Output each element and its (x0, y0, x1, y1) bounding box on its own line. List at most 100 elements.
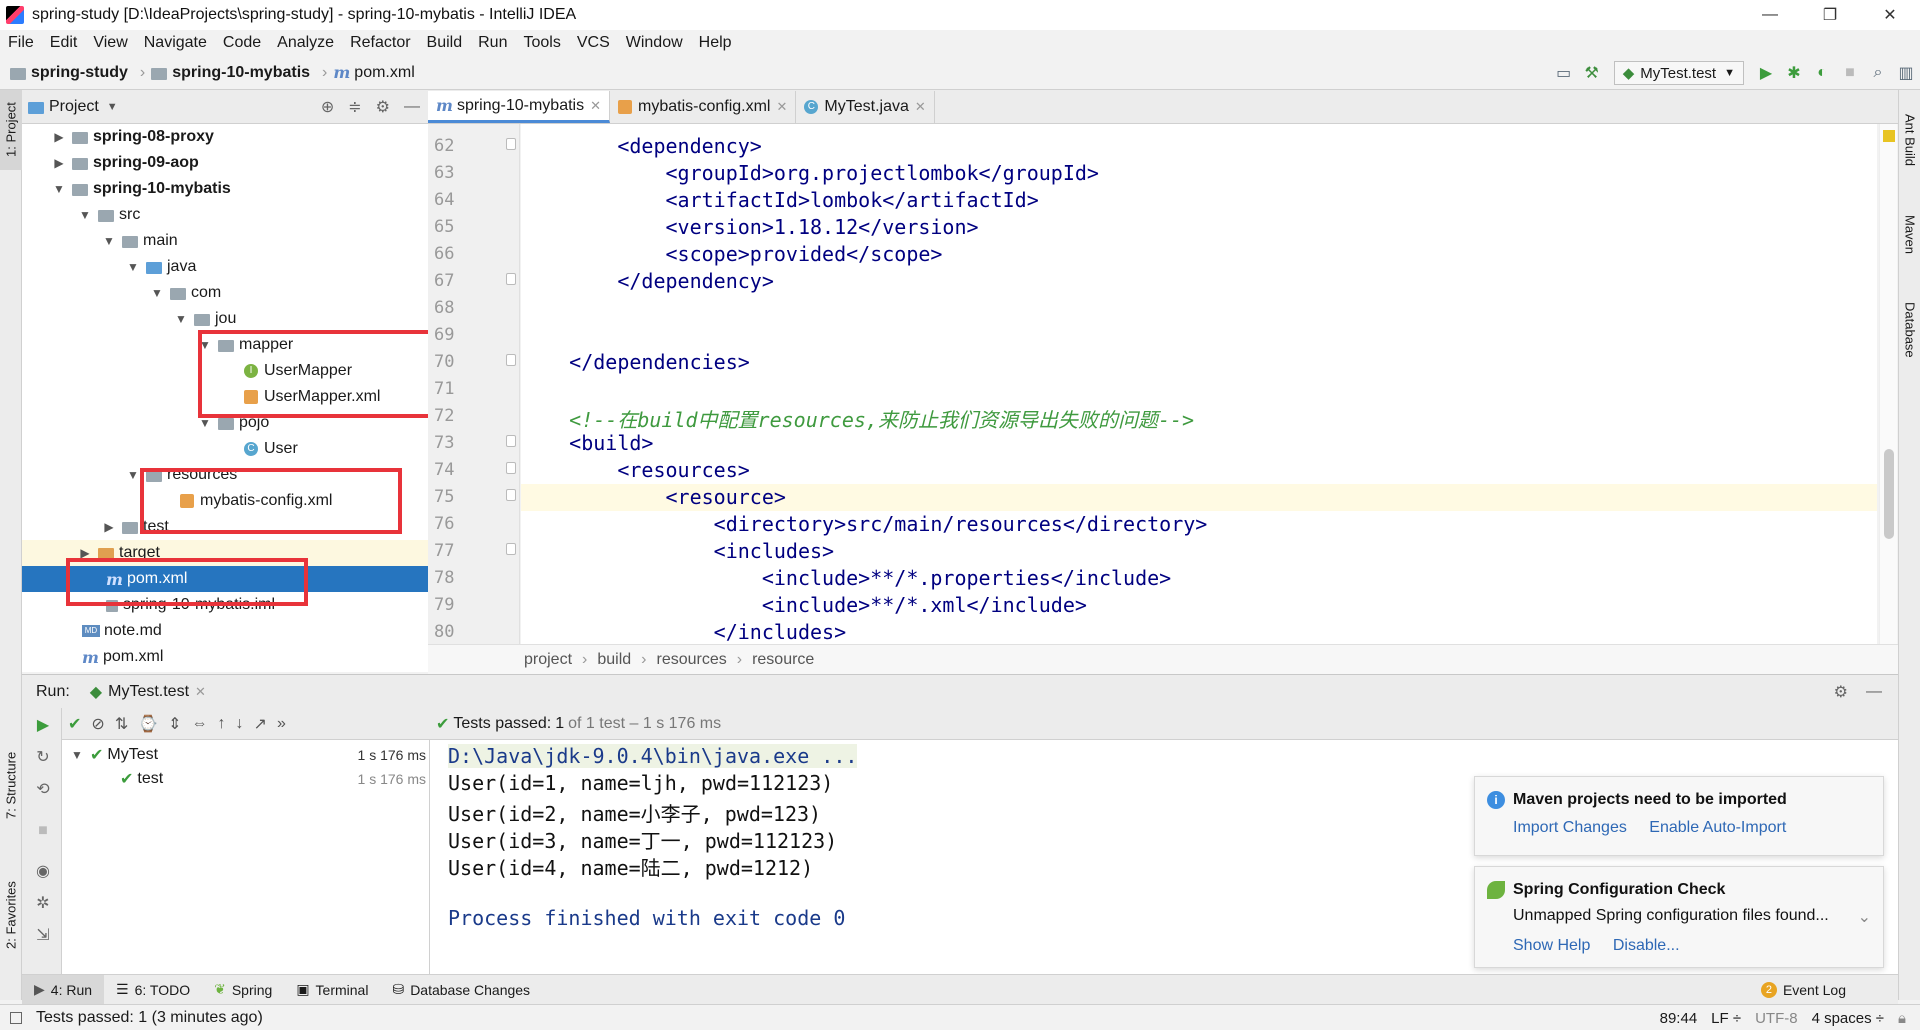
rerun-icon[interactable]: ▶ (32, 714, 54, 736)
tree-item-note-md[interactable]: MD note.md (22, 618, 428, 644)
close-icon[interactable]: ✕ (776, 99, 787, 115)
camera-icon[interactable]: ◉ (32, 860, 54, 882)
enable-auto-import-link[interactable]: Enable Auto-Import (1649, 819, 1786, 836)
tool-tab-structure[interactable]: 7: Structure (0, 735, 22, 835)
expand-all-icon[interactable]: ⇕ (168, 714, 181, 734)
tool-tab-spring[interactable]: ❦ Spring (202, 975, 284, 1005)
fold-marker-icon[interactable] (506, 273, 516, 285)
tree-item-jou[interactable]: ▼ jou (22, 306, 428, 332)
breadcrumb-build[interactable]: build (597, 651, 631, 669)
tree-item-spring-09-aop[interactable]: ▶ spring-09-aop (22, 150, 428, 176)
tool-tab-ant-build[interactable]: Ant Build (1899, 100, 1920, 180)
tree-item-user[interactable]: C User (22, 436, 428, 462)
tree-item-spring-10-mybatis[interactable]: ▼ spring-10-mybatis (22, 176, 428, 202)
tool-tab-todo[interactable]: ☰ 6: TODO (104, 975, 202, 1005)
restore-button[interactable]: ❐ (1800, 0, 1860, 30)
tree-item-src[interactable]: ▼ src (22, 202, 428, 228)
menu-window[interactable]: Window (626, 34, 683, 52)
lock-icon[interactable]: 🔒︎ (1898, 1010, 1906, 1027)
project-panel-title[interactable]: Project (49, 98, 99, 116)
caret-position[interactable]: 89:44 (1660, 1010, 1698, 1027)
gear-icon[interactable]: ⚙ (1834, 682, 1848, 702)
fold-marker-icon[interactable] (506, 489, 516, 501)
run-configuration-select[interactable]: ◆ MyTest.test ▼ (1613, 61, 1744, 85)
event-log-button[interactable]: 2 Event Log (1749, 975, 1858, 1005)
test-row-test[interactable]: ✔ test 1 s 176 ms (62, 766, 430, 792)
tree-item-com[interactable]: ▼ com (22, 280, 428, 306)
fold-marker-icon[interactable] (506, 435, 516, 447)
settings-icon[interactable]: ✲ (32, 892, 54, 914)
scrollbar-thumb[interactable] (1884, 449, 1894, 539)
tool-tab-maven[interactable]: Maven (1899, 200, 1920, 270)
coverage-icon[interactable]: ◐ (1808, 59, 1836, 87)
menu-file[interactable]: File (8, 34, 34, 52)
menu-edit[interactable]: Edit (50, 34, 78, 52)
menu-vcs[interactable]: VCS (577, 34, 610, 52)
run-tab-mytest[interactable]: ◆ MyTest.test ✕ (90, 682, 206, 702)
debug-icon[interactable]: ✱ (1780, 59, 1808, 87)
status-toggle-icon[interactable] (10, 1011, 22, 1024)
menu-build[interactable]: Build (427, 34, 463, 52)
rerun-failed-icon[interactable]: ↻ (32, 746, 54, 768)
chevron-down-icon[interactable]: ▼ (107, 101, 118, 113)
breadcrumb-project[interactable]: project (524, 651, 572, 669)
locate-icon[interactable]: ⊕ (321, 97, 334, 117)
nav-crumb-module[interactable]: spring-10-mybatis (151, 64, 310, 82)
breadcrumb-resource[interactable]: resource (752, 651, 814, 669)
close-icon[interactable]: ✕ (590, 98, 601, 114)
code-editor[interactable]: <dependency> <groupId>org.projectlombok<… (521, 124, 1877, 644)
close-button[interactable]: ✕ (1860, 0, 1920, 30)
hide-icon[interactable]: — (1866, 683, 1882, 701)
fold-marker-icon[interactable] (506, 462, 516, 474)
fold-marker-icon[interactable] (506, 354, 516, 366)
sort-duration-icon[interactable]: ⌚ (138, 714, 158, 734)
warning-marker-icon[interactable] (1883, 130, 1895, 142)
stop-icon[interactable]: ■ (32, 820, 54, 842)
menu-analyze[interactable]: Analyze (277, 34, 334, 52)
tool-tab-database-changes[interactable]: ⛁ Database Changes (380, 975, 542, 1005)
fold-marker-icon[interactable] (506, 138, 516, 150)
search-icon[interactable]: ⌕ (1864, 59, 1892, 87)
layout-icon[interactable]: ▭ (1550, 59, 1578, 87)
close-icon[interactable]: ✕ (915, 99, 926, 115)
sort-alpha-icon[interactable]: ⇅ (115, 714, 128, 734)
indent-setting[interactable]: 4 spaces ÷ (1812, 1010, 1884, 1027)
run-icon[interactable]: ▶ (1752, 59, 1780, 87)
tree-item-root-pom-xml[interactable]: m pom.xml (22, 644, 428, 670)
show-passed-icon[interactable]: ✔ (68, 714, 81, 734)
test-row-mytest[interactable]: ▼ ✔ MyTest 1 s 176 ms (62, 742, 430, 768)
tool-tab-terminal[interactable]: ▣ Terminal (284, 975, 380, 1005)
menu-refactor[interactable]: Refactor (350, 34, 410, 52)
chevron-down-icon[interactable]: ⌄ (1858, 907, 1871, 927)
more-icon[interactable]: » (277, 715, 286, 733)
tool-tab-favorites[interactable]: 2: Favorites (0, 865, 22, 965)
tree-item-main[interactable]: ▼ main (22, 228, 428, 254)
breadcrumb-resources[interactable]: resources (657, 651, 727, 669)
tool-tab-run[interactable]: ▶ 4: Run (22, 974, 105, 1005)
previous-icon[interactable]: ↑ (218, 715, 226, 733)
stop-icon[interactable]: ■ (1836, 59, 1864, 87)
gear-icon[interactable]: ⚙ (376, 97, 390, 117)
menu-tools[interactable]: Tools (523, 34, 560, 52)
menu-code[interactable]: Code (223, 34, 261, 52)
tab-mytest-java[interactable]: C MyTest.java ✕ (796, 91, 935, 123)
tool-tab-project[interactable]: 1: Project (0, 90, 22, 170)
toggle-auto-test-icon[interactable]: ⟲ (32, 778, 54, 800)
event-icon[interactable]: ▥ (1892, 59, 1920, 87)
menu-run[interactable]: Run (478, 34, 507, 52)
tree-item-spring-08-proxy[interactable]: ▶ spring-08-proxy (22, 124, 428, 150)
tree-item-java[interactable]: ▼ java (22, 254, 428, 280)
line-separator[interactable]: LF ÷ (1711, 1010, 1741, 1027)
export-icon[interactable]: ⇲ (32, 924, 54, 946)
tool-tab-database[interactable]: Database (1899, 285, 1920, 375)
nav-crumb-file[interactable]: m pom.xml (333, 63, 414, 82)
open-icon[interactable]: ↗ (254, 714, 267, 734)
next-icon[interactable]: ↓ (236, 715, 244, 733)
menu-help[interactable]: Help (699, 34, 732, 52)
disable-link[interactable]: Disable... (1613, 937, 1680, 954)
show-ignored-icon[interactable]: ⊘ (91, 714, 104, 734)
menu-navigate[interactable]: Navigate (144, 34, 207, 52)
tab-mybatis-config-xml[interactable]: mybatis-config.xml ✕ (610, 91, 797, 123)
show-help-link[interactable]: Show Help (1513, 937, 1590, 954)
editor-scrollbar[interactable] (1879, 124, 1897, 644)
